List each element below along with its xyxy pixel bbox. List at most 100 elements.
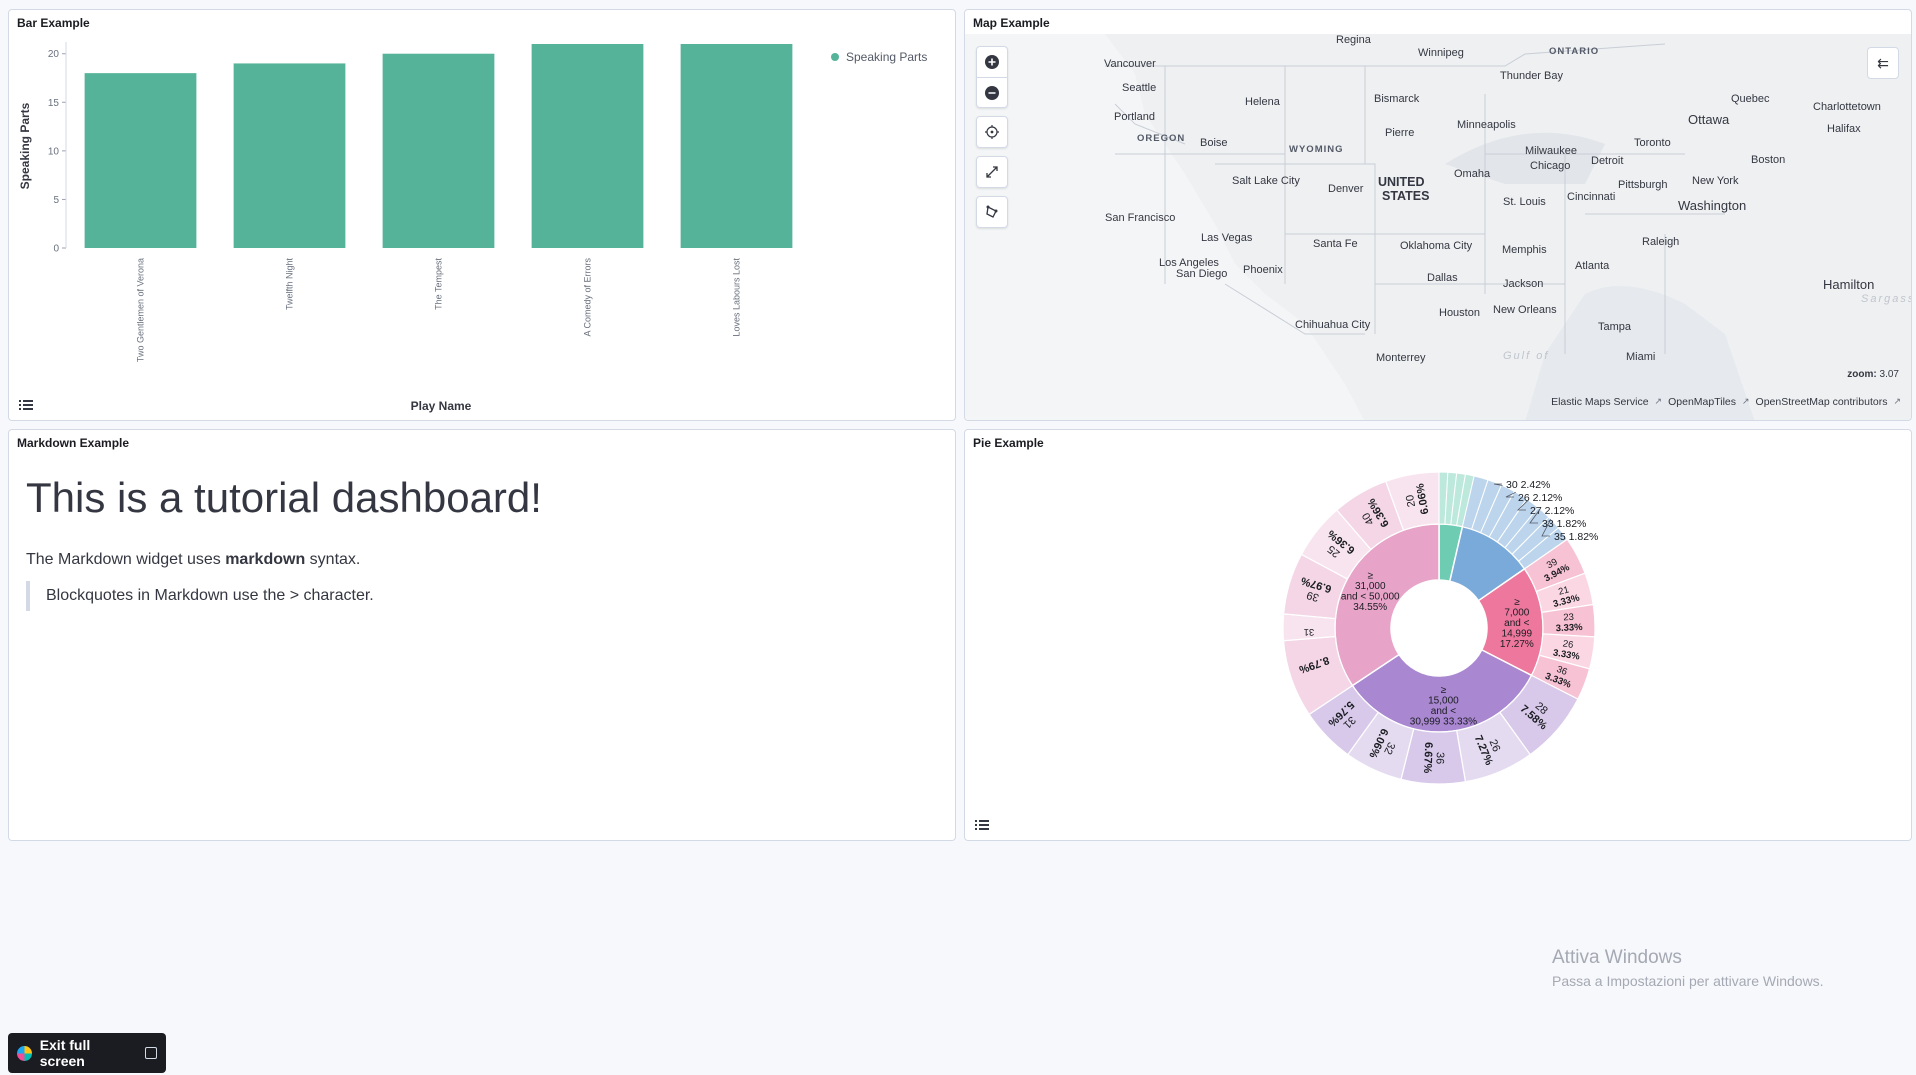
map-label: Thunder Bay [1500,70,1563,82]
attribution-link-openmaptiles[interactable]: OpenMapTiles [1668,396,1736,408]
map-label: OREGON [1137,133,1186,144]
inner-slice-label: 7,000 [1504,607,1529,618]
map-label: Memphis [1502,244,1547,256]
bar [680,44,793,248]
map-label: Denver [1328,183,1364,195]
map-label: Miami [1626,351,1656,363]
map-label: Ottawa [1688,112,1730,127]
markdown-panel: Markdown Example This is a tutorial dash… [8,429,956,841]
legend-toggle-icon[interactable] [17,396,35,414]
map-label: Salt Lake City [1232,175,1300,187]
map-label: Winnipeg [1418,47,1464,59]
watermark-title: Attiva Windows [1552,947,1682,968]
map-attribution: Elastic Maps Service ↗ OpenMapTiles ↗ Open… [1551,396,1901,408]
outer-slice-label: 3.33% [1555,622,1583,634]
polygon-draw-icon[interactable] [977,197,1007,227]
layer-control-toggle-icon[interactable]: ⇇ [1867,47,1899,79]
x-axis-title: Play Name [411,399,472,413]
map-label: Toronto [1634,137,1671,149]
draw-control [976,196,1008,228]
map-label: Sargass [1861,293,1912,305]
map-label: San Diego [1176,268,1228,280]
markdown-paragraph: The Markdown widget uses markdown syntax… [26,551,360,569]
y-tick-label: 20 [48,49,60,60]
watermark-subtitle: Passa a Impostazioni per attivare Window… [1552,973,1824,989]
inner-slice-label: and < [1504,618,1529,629]
map-label: San Francisco [1105,212,1176,224]
fullscreen-control [976,156,1008,188]
map-label: Detroit [1591,155,1624,167]
map-controls [976,46,1008,228]
bar-panel: Bar Example 0 5 10 15 20 Two Gentlemen of Ver… [8,9,956,421]
map-label: WYOMING [1289,144,1344,155]
bar [382,53,495,248]
map-label: Tampa [1598,321,1632,333]
external-link-icon: ↗ [1654,396,1663,406]
bar [84,73,197,248]
map-canvas[interactable]: Regina Winnipeg ONTARIO Vancouver Thunde… [965,34,1911,420]
map-label: ONTARIO [1549,46,1600,57]
map-label: Seattle [1122,82,1157,94]
inner-slice-label: 17.27% [1500,639,1534,650]
callout-label: 30 2.42% [1506,479,1550,491]
zoom-readout: zoom: 3.07 [1847,369,1899,380]
zoom-out-icon[interactable] [977,77,1007,107]
inner-slice-label: ≥ [1368,570,1374,581]
paragraph-text: The Markdown widget uses [26,551,226,568]
map-label: Minneapolis [1457,119,1516,131]
map-label: STATES [1382,189,1430,203]
map-label: Gulf of [1503,350,1550,362]
callout-label: 26 2.12% [1518,492,1562,504]
map-label: Monterrey [1376,352,1426,364]
bar-chart: 0 5 10 15 20 Two Gentlemen of Verona Twelfth N… [18,42,793,413]
y-tick-label: 5 [53,195,59,206]
crosshairs-icon[interactable] [977,117,1007,147]
inner-slice-label: and < [1431,706,1456,717]
callout-label: 27 2.12% [1530,505,1574,517]
inner-slice-label: 31,000 [1355,581,1386,592]
zoom-in-icon[interactable] [977,47,1007,77]
pie-chart: ≥7,000and <14,99917.27%≥15,000and <30,99… [1282,471,1598,785]
paragraph-text: syntax. [305,551,361,568]
map-label: Jackson [1503,278,1544,290]
inner-slice-label: 30,999 33.33% [1410,717,1477,728]
map-label: St. Louis [1503,196,1546,208]
bar-legend[interactable]: Speaking Parts [831,50,927,64]
map-label: Raleigh [1642,236,1680,248]
map-label: Houston [1439,307,1480,319]
map-label: Halifax [1827,123,1861,135]
zoom-controls [976,46,1008,108]
locate-control [976,116,1008,148]
zoom-label: zoom: [1847,369,1877,380]
exit-full-screen-label: Exit full screen [39,1037,91,1069]
attribution-link-ems[interactable]: Elastic Maps Service [1551,396,1648,408]
markdown-blockquote: Blockquotes in Markdown use the > charac… [26,581,374,611]
markdown-heading: This is a tutorial dashboard! [26,474,542,521]
inner-slice-label: ≥ [1441,685,1447,696]
map-label: Pittsburgh [1618,179,1668,191]
x-tick-label: A Comedy of Errors [583,258,593,337]
map-label: Omaha [1454,168,1491,180]
map-label: Quebec [1731,93,1770,105]
map-label: Hamilton [1823,277,1875,292]
attribution-link-osm[interactable]: OpenStreetMap contributors [1756,396,1888,408]
y-axis-title: Speaking Parts [18,102,32,189]
expand-icon[interactable] [977,157,1007,187]
bar [531,44,644,248]
inner-slice-label: and < 50,000 [1341,591,1400,602]
kibana-logo-icon [17,1045,32,1061]
x-tick-label: Twelfth Night [285,258,295,311]
map-label: Pierre [1385,127,1415,139]
panel-title: Markdown Example [17,436,130,450]
map-label: Washington [1678,198,1747,213]
map-label: Regina [1336,34,1371,46]
inner-slice-label: ≥ [1514,597,1520,608]
paragraph-bold: markdown [225,551,306,568]
pie-panel: Pie Example ≥7,000 and <14,999 17.27% ≥15,0… [964,429,1912,841]
map-label: Boston [1751,154,1786,166]
external-link-icon: ↗ [1742,396,1750,406]
exit-full-screen-button[interactable]: Exit full screen [8,1033,166,1073]
map-panel: Map Example Regina Winnipeg ONTARIO Vanc… [964,9,1912,421]
legend-toggle-icon[interactable] [973,816,991,834]
inner-slice-label: 14,999 [1502,628,1533,639]
